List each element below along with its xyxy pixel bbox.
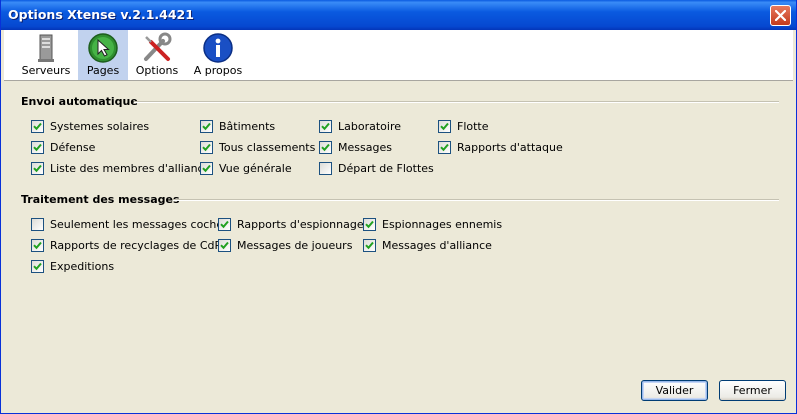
tab-options[interactable]: Options	[132, 30, 182, 80]
message-checkbox[interactable]: Espionnages ennemis	[363, 216, 502, 232]
checkmark-icon	[33, 122, 42, 130]
checkbox-checked[interactable]	[438, 140, 451, 154]
message-checkbox[interactable]: Rapports de recyclages de CdR	[31, 237, 222, 253]
checkbox-checked[interactable]	[31, 259, 44, 273]
server-icon	[38, 34, 54, 62]
checkbox-checked[interactable]	[31, 161, 44, 175]
envoi-checkbox[interactable]: Départ de Flottes	[319, 160, 434, 176]
message-checkbox[interactable]: Expeditions	[31, 258, 114, 274]
checkbox-checked[interactable]	[31, 119, 44, 133]
checkbox-checked[interactable]	[363, 217, 376, 231]
checkbox-checked[interactable]	[31, 238, 44, 252]
checkbox-checked[interactable]	[438, 119, 451, 133]
fermer-button[interactable]: Fermer	[719, 380, 786, 401]
message-checkbox[interactable]: Messages de joueurs	[218, 237, 352, 253]
checkbox-label: Laboratoire	[338, 119, 401, 133]
checkbox-label: Messages	[338, 140, 392, 154]
envoi-checkbox[interactable]: Vue générale	[200, 160, 292, 176]
checkbox-checked[interactable]	[200, 140, 213, 154]
options-window: Options Xtense v.2.1.4421 Serveurs Pages…	[0, 0, 797, 414]
tab-label: Options	[135, 64, 179, 77]
checkbox-label: Vue générale	[219, 161, 292, 175]
checkbox-label: Messages d'alliance	[382, 238, 492, 252]
tab-a-propos[interactable]: A propos	[190, 30, 246, 80]
envoi-checkbox[interactable]: Bâtiments	[200, 118, 275, 134]
tab-label: Pages	[86, 64, 120, 77]
checkbox-label: Systemes solaires	[50, 119, 150, 133]
checkbox-label: Messages de joueurs	[237, 238, 353, 252]
checkbox-unchecked[interactable]	[31, 217, 44, 231]
message-checkbox[interactable]: Messages d'alliance	[363, 237, 492, 253]
checkbox-label: Espionnages ennemis	[382, 217, 503, 231]
envoi-checkbox[interactable]: Liste des membres d'alliance	[31, 160, 210, 176]
checkbox-label: Expeditions	[50, 259, 115, 273]
tab-label: Serveurs	[21, 64, 71, 77]
checkbox-checked[interactable]	[200, 161, 213, 175]
checkmark-icon	[365, 241, 374, 249]
checkmark-icon	[202, 164, 211, 172]
checkbox-checked[interactable]	[319, 140, 332, 154]
checkmark-icon	[440, 122, 449, 130]
checkbox-label: Défense	[50, 140, 96, 154]
message-checkbox[interactable]: Rapports d'espionnage	[218, 216, 364, 232]
checkbox-label: Bâtiments	[219, 119, 276, 133]
checkbox-label: Rapports de recyclages de CdR	[50, 238, 223, 252]
title-bar[interactable]: Options Xtense v.2.1.4421	[1, 0, 796, 30]
checkmark-icon	[33, 262, 42, 270]
tools-icon	[144, 32, 172, 61]
checkbox-checked[interactable]	[319, 119, 332, 133]
info-icon	[203, 33, 233, 63]
close-window-button[interactable]	[770, 5, 791, 26]
checkbox-label: Départ de Flottes	[338, 161, 434, 175]
toolbar: Serveurs Pages Options A propos	[4, 30, 793, 81]
checkmark-icon	[33, 143, 42, 151]
checkmark-icon	[202, 143, 211, 151]
checkbox-label: Liste des membres d'alliance	[50, 161, 211, 175]
valider-button[interactable]: Valider	[641, 380, 708, 401]
checkbox-label: Seulement les messages cochés	[50, 217, 229, 231]
checkmark-icon	[33, 241, 42, 249]
checkbox-checked[interactable]	[218, 238, 231, 252]
cursor-arrow-icon	[88, 33, 118, 63]
envoi-checkbox[interactable]: Messages	[319, 139, 392, 155]
checkmark-icon	[440, 143, 449, 151]
checkbox-label: Tous classements	[219, 140, 316, 154]
checkmark-icon	[365, 220, 374, 228]
checkbox-checked[interactable]	[200, 119, 213, 133]
envoi-checkbox[interactable]: Défense	[31, 139, 95, 155]
envoi-checkbox[interactable]: Systemes solaires	[31, 118, 149, 134]
checkbox-unchecked[interactable]	[319, 161, 332, 175]
group-separator	[173, 199, 779, 201]
checkbox-checked[interactable]	[218, 217, 231, 231]
checkbox-label: Rapports d'attaque	[457, 140, 563, 154]
group-separator	[134, 101, 779, 103]
group-title-envoi: Envoi automatique	[21, 95, 138, 108]
group-title-messages: Traitement des messages	[21, 193, 180, 206]
checkbox-label: Rapports d'espionnage	[237, 217, 364, 231]
envoi-checkbox[interactable]: Laboratoire	[319, 118, 401, 134]
message-checkbox[interactable]: Seulement les messages cochés	[31, 216, 229, 232]
checkmark-icon	[321, 122, 330, 130]
close-icon	[775, 10, 786, 21]
envoi-checkbox[interactable]: Rapports d'attaque	[438, 139, 563, 155]
checkbox-label: Flotte	[457, 119, 489, 133]
envoi-checkbox[interactable]: Flotte	[438, 118, 489, 134]
envoi-checkbox[interactable]: Tous classements	[200, 139, 315, 155]
checkbox-checked[interactable]	[31, 140, 44, 154]
checkbox-checked[interactable]	[363, 238, 376, 252]
window-title: Options Xtense v.2.1.4421	[8, 7, 194, 22]
checkmark-icon	[321, 143, 330, 151]
tab-label: A propos	[193, 64, 243, 77]
checkmark-icon	[33, 164, 42, 172]
tab-serveurs[interactable]: Serveurs	[18, 30, 74, 80]
checkmark-icon	[220, 241, 229, 249]
checkmark-icon	[202, 122, 211, 130]
checkmark-icon	[220, 220, 229, 228]
tab-pages[interactable]: Pages	[78, 30, 128, 80]
